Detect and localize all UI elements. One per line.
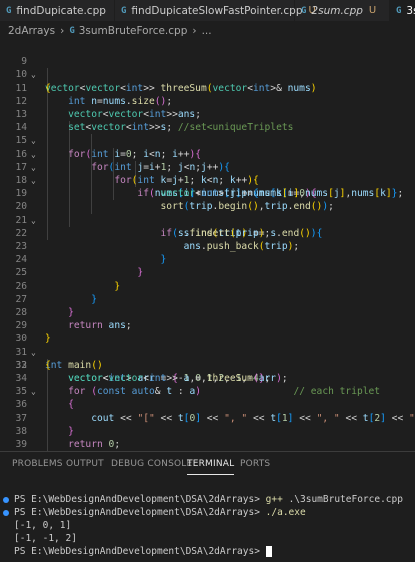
terminal-line: PS E:\WebDesignAndDevelopment\DSA\2dArra… (14, 545, 272, 558)
terminal-output: [-1, -1, 2] (14, 533, 77, 544)
editor-tab-bar: G findDupicate.cpp G findDupicateSlowFas… (0, 0, 415, 21)
tab-debug-console[interactable]: DEBUG CONSOLE (111, 452, 192, 476)
breadcrumb-more[interactable]: ... (202, 25, 212, 37)
cpp-file-icon: G (301, 5, 307, 16)
tab-ports[interactable]: PORTS (240, 452, 270, 476)
chevron-right-icon: › (60, 24, 65, 37)
breadcrumb-folder[interactable]: 2dArrays (8, 25, 55, 37)
terminal-line: PS E:\WebDesignAndDevelopment\DSA\2dArra… (14, 507, 306, 518)
untracked-badge: U (368, 5, 377, 16)
tab-3sumBruteForce[interactable]: G 3sumBruteForce.cpp (390, 0, 415, 21)
terminal-output: [-1, 0, 1] (14, 520, 72, 531)
tab-terminal[interactable]: TERMINAL (187, 452, 235, 475)
tab-findDupicate[interactable]: G findDupicate.cpp (0, 0, 115, 21)
breadcrumb-file[interactable]: 3sumBruteForce.cpp (79, 25, 188, 37)
cpp-file-icon: G (6, 5, 12, 16)
tab-output[interactable]: OUTPUT (66, 452, 104, 476)
terminal-line: PS E:\WebDesignAndDevelopment\DSA\2dArra… (14, 494, 403, 505)
code-editor-lower (0, 40, 415, 451)
tab-problems[interactable]: PROBLEMS (12, 452, 63, 476)
tab-2sum[interactable]: G 2sum.cpp U (295, 0, 390, 21)
command-success-icon (3, 497, 9, 503)
terminal[interactable]: PS E:\WebDesignAndDevelopment\DSA\2dArra… (0, 480, 415, 562)
panel-tab-bar: PROBLEMS OUTPUT DEBUG CONSOLE TERMINAL P… (0, 452, 415, 476)
cpp-file-icon: G (121, 5, 127, 16)
tab-findDupicateSlowFastPointer[interactable]: G findDupicateSlowFastPointer.cpp U (115, 0, 316, 21)
chevron-right-icon: › (192, 24, 197, 37)
cpp-file-icon: G (396, 5, 402, 16)
terminal-cursor (265, 546, 272, 557)
cpp-file-icon: G (69, 25, 75, 36)
breadcrumb: 2dArrays › G 3sumBruteForce.cpp › ... (0, 21, 415, 40)
command-success-icon (3, 510, 9, 516)
